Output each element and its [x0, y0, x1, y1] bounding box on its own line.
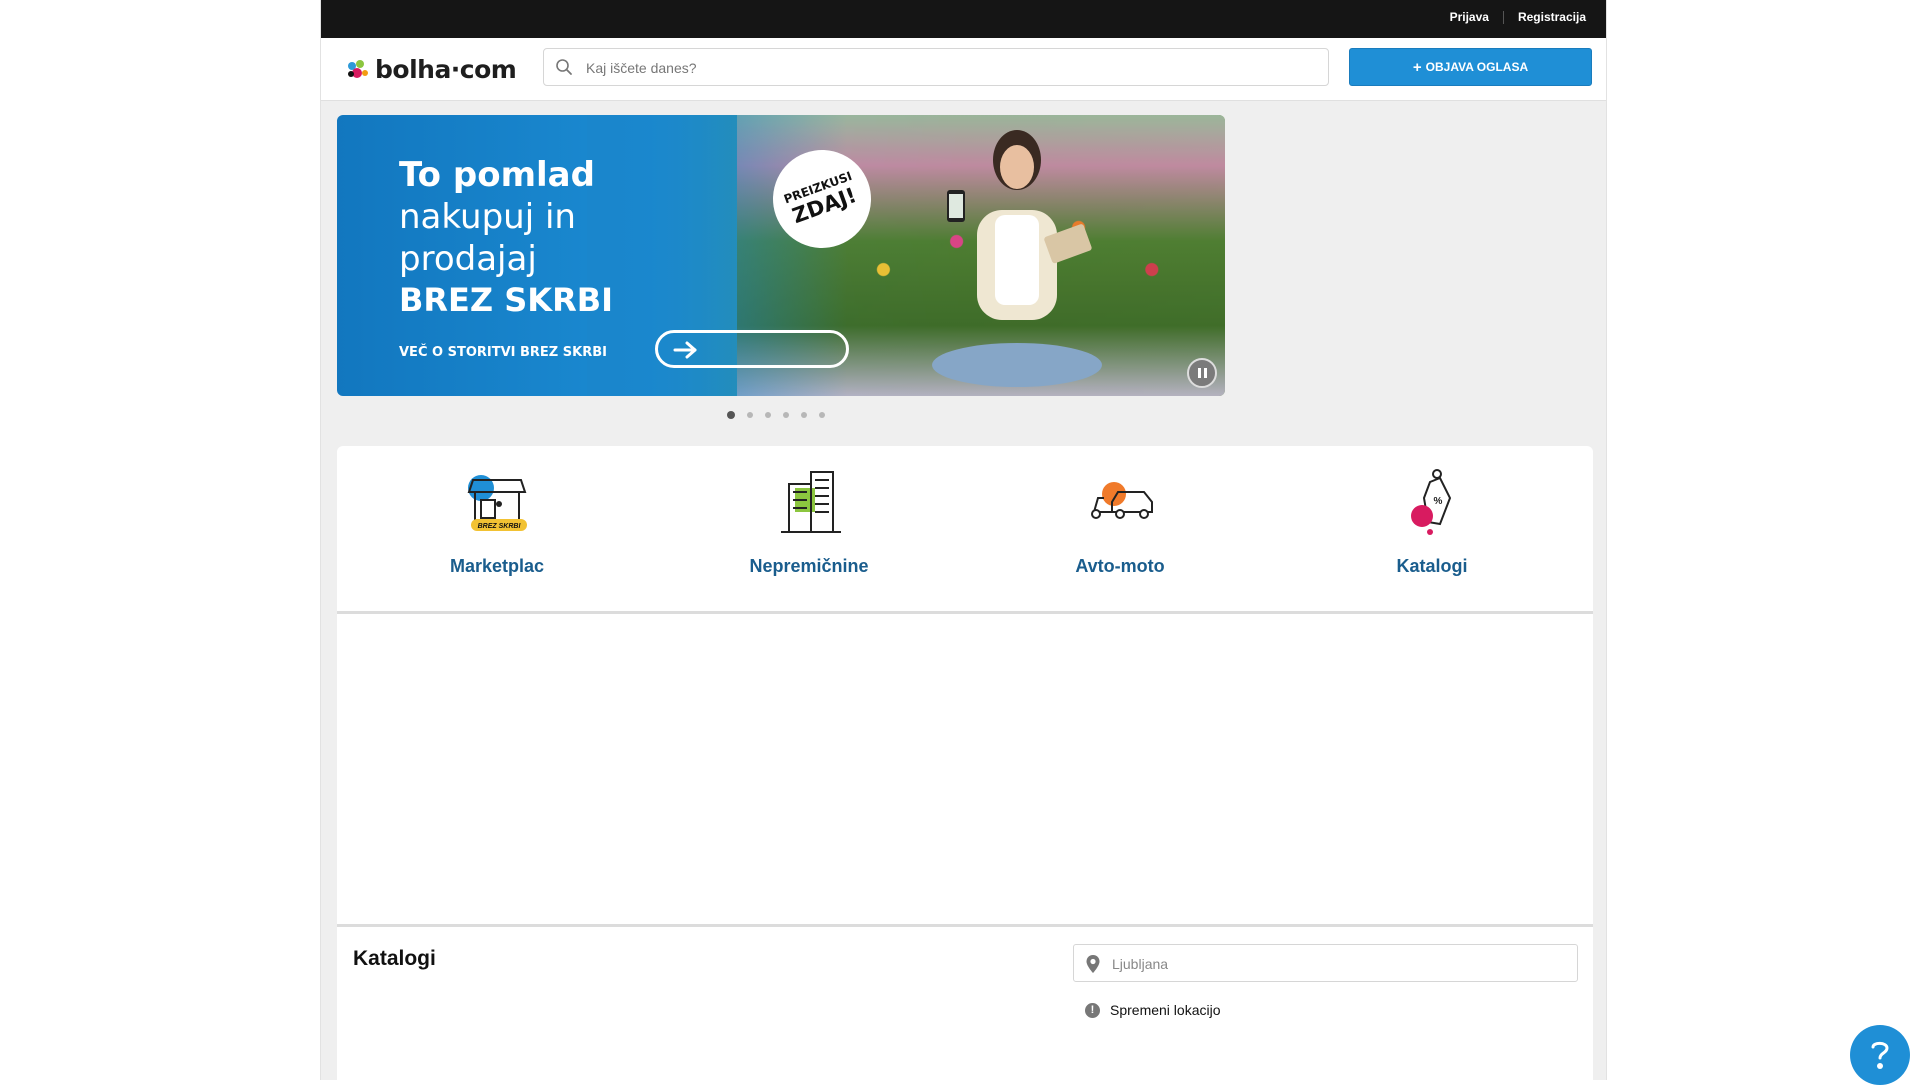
carousel-dot[interactable] [727, 411, 735, 419]
top-bar: Prijava Registracija [321, 0, 1606, 38]
location-input[interactable] [1110, 945, 1564, 983]
banner-headline-2: nakupuj in [399, 197, 576, 237]
post-ad-label: OBJAVA OGLASA [1425, 60, 1529, 74]
category-label: Avto-moto [1075, 556, 1165, 576]
carousel-dot[interactable] [783, 412, 789, 418]
ad-slot [337, 614, 1593, 927]
logo-text: bolha·com [375, 55, 517, 84]
category-real-estate[interactable]: Nepremičnine [709, 468, 909, 598]
account-links: Prijava Registracija [1450, 10, 1586, 24]
banner-woman-image [932, 130, 1102, 387]
category-label: Marketplac [449, 556, 545, 576]
banner-headline-1: To pomlad [399, 155, 595, 195]
info-icon: ! [1085, 1002, 1100, 1018]
category-label: Katalogi [1396, 556, 1468, 576]
banner-headline-3: prodajaj [399, 239, 537, 279]
category-auto-moto[interactable]: Avto-moto [1020, 468, 1220, 598]
arrow-right-icon [673, 341, 697, 359]
register-link[interactable]: Registracija [1518, 10, 1586, 24]
link-divider [1502, 10, 1504, 24]
category-label: Nepremičnine [749, 556, 869, 576]
carousel-dot[interactable] [747, 412, 753, 418]
carousel-dot[interactable] [819, 412, 825, 418]
banner-headline-4: BREZ SKRBI [399, 281, 614, 319]
post-ad-button[interactable]: + OBJAVA OGLASA [1349, 48, 1592, 86]
question-icon [1871, 1041, 1889, 1069]
search-box [543, 48, 1329, 87]
brez-skrbi-tag: BREZ SKRBI [478, 523, 522, 530]
car-scooter-icon [1091, 482, 1153, 519]
search-icon [556, 59, 572, 75]
price-tag-icon: % [1411, 469, 1452, 535]
plus-icon: + [1412, 58, 1422, 76]
site-logo[interactable]: bolha·com [347, 55, 517, 84]
banner-cta-text[interactable]: VEČ O STORITVI BREZ SKRBI [399, 345, 607, 360]
change-location-link[interactable]: ! Spremeni lokacijo [1085, 1002, 1221, 1018]
category-panel: BREZ SKRBI Marketplac Nepremičnine Avto-… [337, 446, 1593, 614]
carousel-dots [727, 411, 825, 419]
carousel-dot[interactable] [765, 412, 771, 418]
category-marketplace[interactable]: BREZ SKRBI Marketplac [397, 468, 597, 598]
catalogs-section: Katalogi ! Spremeni lokacijo [337, 927, 1593, 1087]
page-container: Prijava Registracija bolha·com + [320, 0, 1607, 1087]
catalogs-title: Katalogi [353, 947, 436, 970]
market-stall-icon: BREZ SKRBI [467, 475, 527, 531]
category-catalogs[interactable]: % Katalogi [1332, 468, 1532, 598]
location-box [1073, 944, 1578, 983]
svg-text:%: % [1434, 496, 1443, 507]
banner-cta-button[interactable] [655, 330, 849, 368]
site-header: bolha·com + OBJAVA OGLASA [321, 38, 1606, 101]
promo-banner[interactable]: To pomlad nakupuj in prodajaj BREZ SKRBI… [337, 115, 1225, 396]
login-link[interactable]: Prijava [1450, 10, 1489, 24]
carousel-dot[interactable] [801, 412, 807, 418]
help-chat-button[interactable] [1850, 1025, 1910, 1085]
change-location-label: Spremeni lokacijo [1110, 1002, 1221, 1018]
search-input[interactable] [584, 49, 1318, 87]
logo-dots-icon [348, 59, 368, 78]
carousel-pause-button[interactable] [1187, 358, 1217, 388]
location-pin-icon [1086, 955, 1100, 973]
buildings-icon [781, 471, 841, 533]
